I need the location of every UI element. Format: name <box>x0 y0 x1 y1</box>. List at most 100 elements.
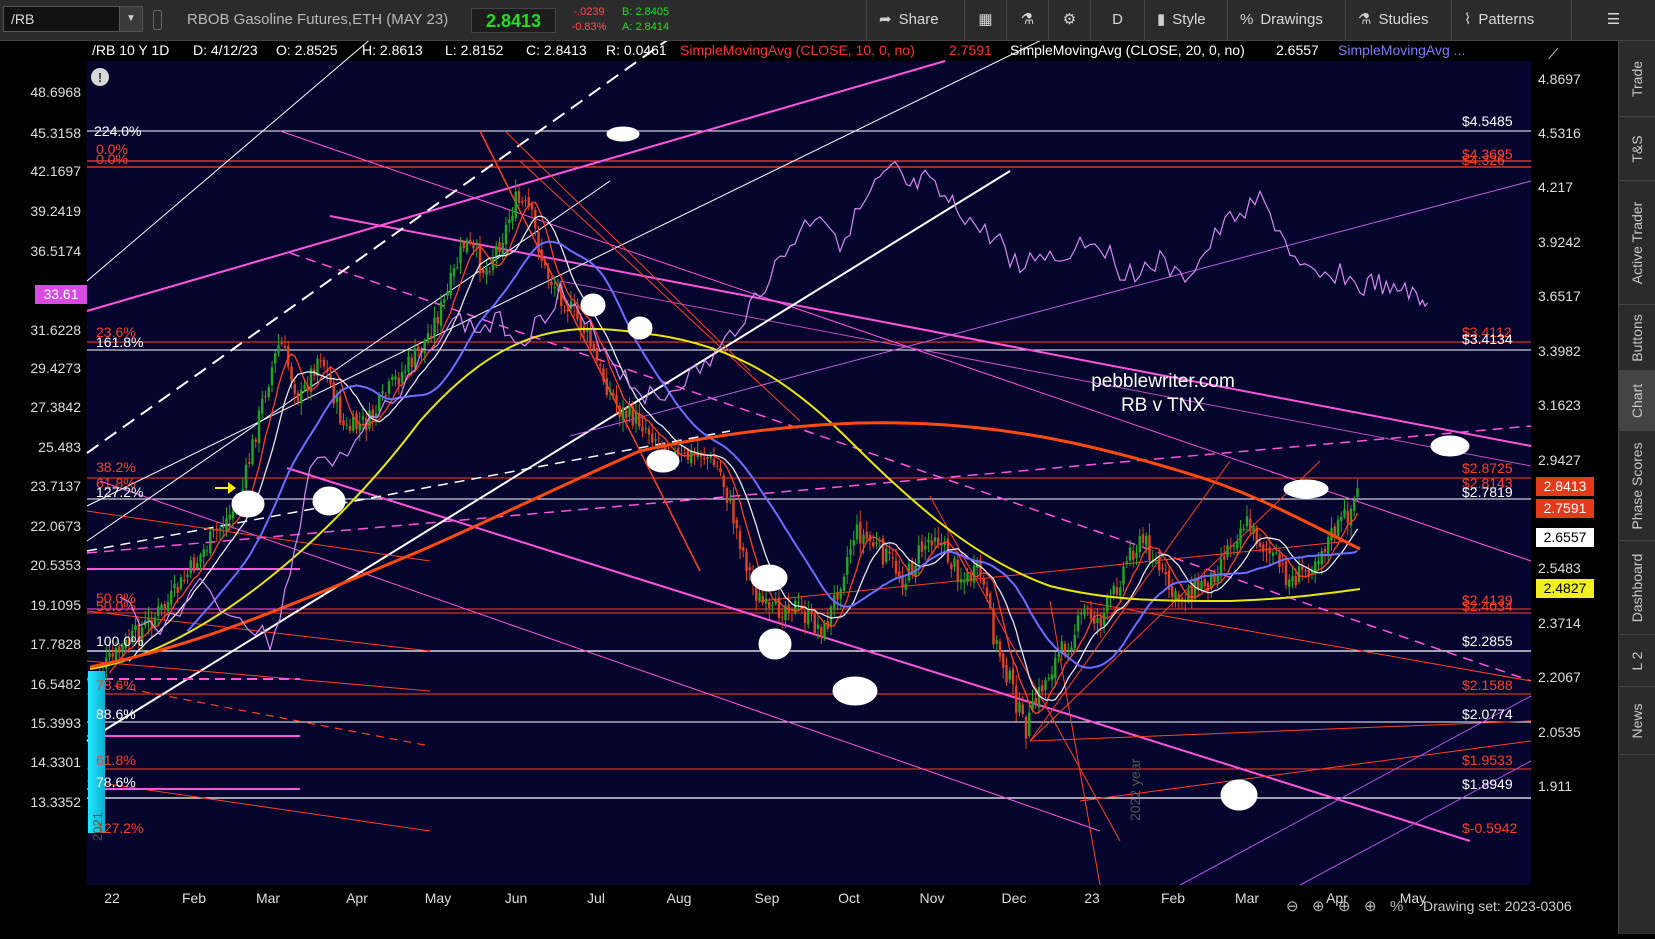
sma10-study-value: 2.7591 <box>949 42 992 58</box>
candle-body <box>1021 704 1024 715</box>
side-tab-label: News <box>1629 702 1645 739</box>
candle-body <box>1213 571 1216 583</box>
candle-body <box>781 616 784 618</box>
candle-body <box>1327 537 1330 555</box>
crosshair-icon[interactable]: ⊕ <box>1364 898 1377 915</box>
candle-body <box>426 333 430 342</box>
candle-body <box>777 597 781 618</box>
zoom-out-icon[interactable]: ⊖ <box>1286 898 1299 915</box>
candle-body <box>456 267 459 269</box>
candle-body <box>1083 610 1086 616</box>
drawings-button[interactable]: % Drawings <box>1227 0 1345 40</box>
candle-body <box>1080 613 1083 615</box>
candle-body <box>1353 500 1356 511</box>
candle-body <box>108 653 111 658</box>
side-tab-t-s[interactable]: T&S <box>1619 117 1655 181</box>
candle-body <box>716 465 719 467</box>
candle-body <box>378 395 381 412</box>
candle-body <box>114 647 118 661</box>
candle-body <box>543 260 547 266</box>
side-tab-phase-scores[interactable]: Phase Scores <box>1619 431 1655 541</box>
chart-settings-button[interactable]: ▦ <box>964 0 1006 40</box>
left-axis-label: 22.0673 <box>30 518 81 534</box>
candle-body <box>745 551 748 572</box>
sma20-study-label[interactable]: SimpleMovingAvg (CLOSE, 20, 0, no) <box>1010 42 1245 58</box>
candle-body <box>1135 552 1138 559</box>
marker-ellipse <box>1430 435 1470 457</box>
right-axis-label: 2.9427 <box>1538 452 1581 468</box>
candle-body <box>391 376 394 381</box>
candle-body <box>1294 576 1297 586</box>
sma10-study-label[interactable]: SimpleMovingAvg (CLOSE, 10, 0, no) <box>680 42 915 58</box>
magnifier-percent-icon[interactable]: % <box>1390 898 1403 915</box>
studies-button[interactable]: ⚗ Studies <box>1345 0 1451 40</box>
fib-right-label: $4.326 <box>1462 152 1505 168</box>
side-tab-active-trader[interactable]: Active Trader <box>1619 181 1655 305</box>
flask-icon: ⚗ <box>1020 11 1035 28</box>
expand-chart-icon[interactable]: ⟋ <box>1548 46 1559 63</box>
symbol-selector[interactable]: /RB ▼ <box>3 6 143 32</box>
side-tab-buttons[interactable]: Buttons <box>1619 305 1655 371</box>
percent-icon: % <box>1240 11 1254 28</box>
style-button[interactable]: ▮ Style <box>1144 0 1227 40</box>
side-tab-chart[interactable]: Chart <box>1619 371 1655 431</box>
sma-study-more-label[interactable]: SimpleMovingAvg ... <box>1338 42 1465 58</box>
pan-icon[interactable]: ⊕ <box>1338 898 1351 915</box>
candle-body <box>218 528 222 531</box>
fib-left-label: 224.0% <box>94 123 141 139</box>
candle-body <box>917 545 920 564</box>
candle-body <box>488 271 491 273</box>
symbol-input[interactable]: /RB <box>11 11 34 27</box>
candle-body <box>199 554 202 563</box>
marker-ellipse <box>312 486 346 516</box>
marker-ellipse <box>832 676 878 706</box>
candle-body <box>657 438 660 440</box>
drawing-set-label[interactable]: Drawing set: 2023-0306 <box>1423 898 1572 914</box>
marker-ellipse <box>231 490 265 518</box>
side-tab-news[interactable]: News <box>1619 687 1655 755</box>
candle-body <box>1301 566 1304 570</box>
candle-body <box>550 281 553 286</box>
settings-button[interactable]: ⚙ <box>1048 0 1090 40</box>
fib-left-label: 61.8% <box>96 752 136 768</box>
change-value: -.0239 <box>573 6 605 18</box>
candle-body <box>111 653 114 657</box>
candle-body <box>173 583 176 589</box>
candle-body <box>592 343 595 350</box>
patterns-button[interactable]: ⌇ Patterns <box>1451 0 1571 40</box>
right-side-tabs: Trade T&S Active Trader Buttons Chart Phase S… <box>1618 41 1655 934</box>
share-button[interactable]: ➦ Share <box>866 0 964 40</box>
candle-body <box>423 340 426 354</box>
candle-body <box>654 439 657 441</box>
chart-area[interactable]: /RB 10 Y 1D D: 4/12/23 O: 2.8525 H: 2.86… <box>0 30 1618 934</box>
side-tab-l-2[interactable]: L 2 <box>1619 635 1655 687</box>
candle-body <box>387 381 391 394</box>
candle-body <box>888 551 891 554</box>
candle-body <box>732 498 735 524</box>
candle-body <box>1164 571 1167 575</box>
side-tab-dashboard[interactable]: Dashboard <box>1619 541 1655 635</box>
candle-body <box>478 246 482 274</box>
candle-body <box>283 345 287 348</box>
menu-button[interactable]: ☰ <box>1571 0 1655 40</box>
candle-body <box>504 224 508 245</box>
zoom-in-icon[interactable]: ⊕ <box>1312 898 1325 915</box>
time-axis-label: Sep <box>755 890 780 906</box>
candle-body <box>553 287 556 289</box>
candle-body <box>303 384 306 389</box>
marker-ellipse <box>1220 779 1258 811</box>
price-chart[interactable]: /RB 10 Y 1D D: 4/12/23 O: 2.8525 H: 2.86… <box>0 30 1618 934</box>
candle-body <box>1323 549 1327 553</box>
link-icon[interactable] <box>153 10 162 30</box>
candle-body <box>621 407 625 421</box>
studies-lab-button[interactable]: ⚗ <box>1006 0 1048 40</box>
side-tab-trade[interactable]: Trade <box>1619 41 1655 117</box>
instrument-description: RBOB Gasoline Futures,ETH (MAY 23) <box>187 11 449 28</box>
candle-body <box>524 200 527 202</box>
time-axis-label: Feb <box>182 890 206 906</box>
period-button[interactable]: D <box>1090 0 1144 40</box>
candle-body <box>179 577 183 590</box>
candle-body <box>339 396 342 423</box>
tnx-price-tag-text: 33.61 <box>43 286 78 302</box>
chevron-down-icon[interactable]: ▼ <box>119 7 142 31</box>
